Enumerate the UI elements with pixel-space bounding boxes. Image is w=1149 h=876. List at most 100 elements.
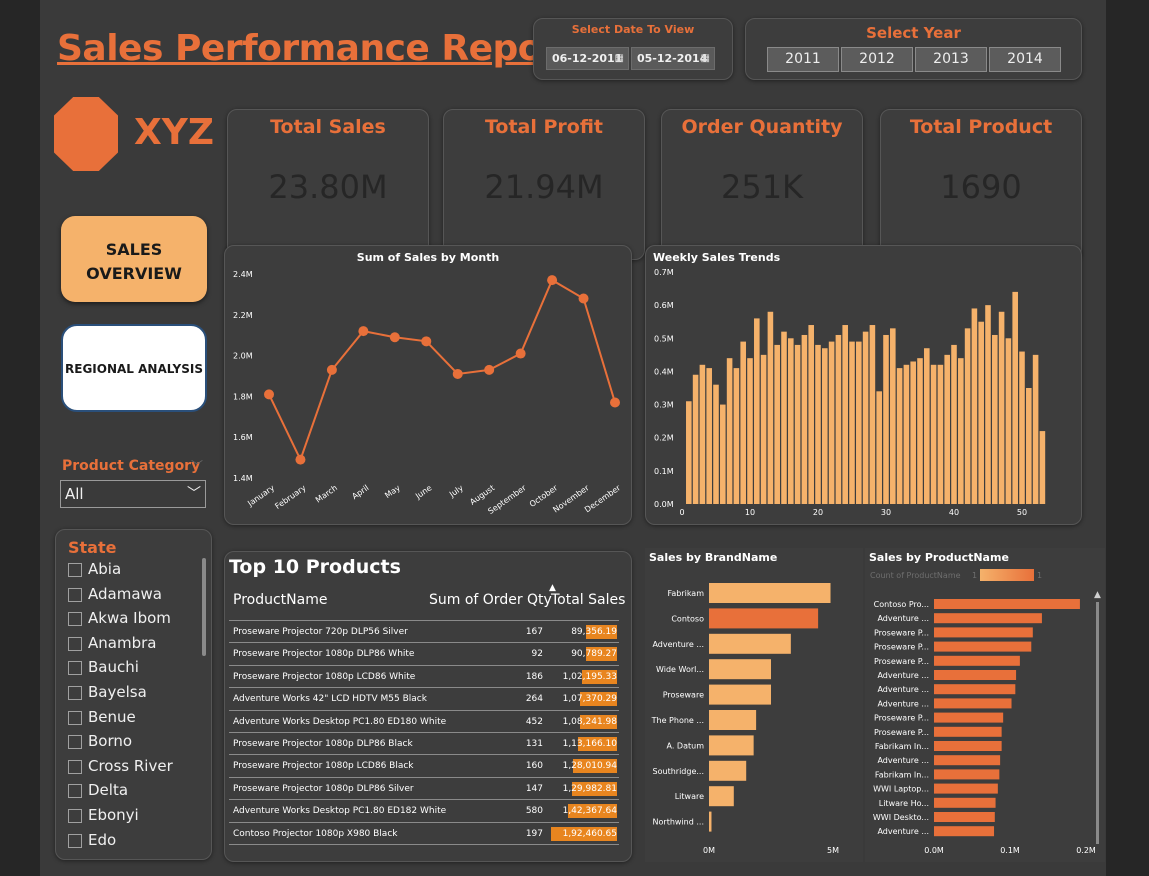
year-filter-label: Select Year <box>866 24 961 42</box>
weekly-bar <box>1032 354 1039 504</box>
column-header-productname[interactable]: ProductName <box>233 592 327 608</box>
category-bar <box>934 670 1017 680</box>
table-row[interactable]: Proseware Projector 720p DLP56 Silver 167… <box>229 620 619 642</box>
top-products-table-panel: Top 10 Products ProductName Sum of Order… <box>224 551 632 862</box>
weekly-bar <box>924 348 930 504</box>
category-bar <box>709 659 771 680</box>
category-label: Proseware P... <box>874 728 929 737</box>
weekly-bar <box>944 354 950 504</box>
table-row[interactable]: Adventure Works Desktop PC1.80 ED182 Whi… <box>229 799 619 821</box>
state-option-label: Adamawa <box>88 584 162 603</box>
scroll-up-icon[interactable]: ▲ <box>1094 590 1101 600</box>
checkbox[interactable] <box>68 735 82 750</box>
checkbox[interactable] <box>68 563 82 577</box>
x-tick-label: February <box>273 483 307 511</box>
weekly-bar <box>822 348 828 504</box>
brand-bar-chart: Fabrikam Contoso Adventure ... Wide Worl...… <box>651 583 839 855</box>
checkbox[interactable] <box>68 809 82 823</box>
table-row[interactable]: Proseware Projector 1080p DLP86 Silver 14… <box>229 776 619 799</box>
state-list-scrollbar[interactable] <box>202 558 206 656</box>
column-header-order-qty[interactable]: Sum of Order Qty <box>429 592 552 608</box>
checkbox[interactable] <box>68 636 82 651</box>
calendar-icon[interactable]: ▦ <box>701 48 710 69</box>
state-option-label: Bayelsa <box>88 683 147 701</box>
state-filter-label: State <box>68 538 117 557</box>
weekly-bar <box>1012 291 1018 504</box>
state-option-label: Benue <box>88 707 136 726</box>
category-label: Proseware P... <box>874 657 929 666</box>
calendar-icon[interactable]: ▦ <box>615 48 624 69</box>
weekly-bar <box>849 341 855 504</box>
x-tick-label: March <box>314 483 339 504</box>
weekly-bar <box>713 384 719 504</box>
checkbox[interactable] <box>68 686 82 700</box>
x-tick-label: July <box>447 483 465 499</box>
chart-scrollbar[interactable] <box>1096 602 1099 844</box>
end-date-input[interactable]: 05-12-2014 ▦ <box>631 47 715 70</box>
order-qty-cell: 197 <box>525 828 543 839</box>
total-sales-cell: 1,13,166.10 <box>562 739 617 749</box>
checkbox[interactable] <box>68 661 82 676</box>
category-label: Adventure ... <box>877 699 929 708</box>
weekly-bar <box>781 331 787 504</box>
weekly-bar <box>964 328 971 504</box>
page-title: Sales Performance Report <box>57 28 576 69</box>
table-row[interactable]: Proseware Projector 1080p LCD86 White 186… <box>229 664 619 687</box>
category-bar <box>934 726 1002 737</box>
left-margin <box>0 0 40 876</box>
weekly-bar <box>937 364 944 504</box>
sales-line-series <box>268 278 616 463</box>
sales-overview-button[interactable]: SALES OVERVIEW <box>61 216 207 302</box>
category-label: Fabrikam In... <box>875 742 929 751</box>
category-bar <box>934 698 1012 709</box>
x-tick-label: August <box>468 483 496 506</box>
regional-analysis-label: REGIONAL ANALYSIS <box>65 362 203 376</box>
category-label: Northwind ... <box>653 818 704 827</box>
y-tick-label: 0.4M <box>654 367 674 376</box>
product-name-cell: Proseware Projector 1080p LCD86 White <box>233 671 416 682</box>
y-tick-label: 1.4M <box>233 474 253 483</box>
year-button-2012[interactable]: 2012 <box>841 47 913 72</box>
year-button-2014[interactable]: 2014 <box>989 47 1061 72</box>
table-row[interactable]: Proseware Projector 1080p DLP86 White 92 9… <box>229 642 619 664</box>
year-button-2013[interactable]: 2013 <box>915 47 987 72</box>
checkbox[interactable] <box>68 833 82 848</box>
sales-by-brand-chart-panel: Sales by BrandName Fabrikam Contoso Advent… <box>645 548 863 862</box>
checkbox[interactable] <box>68 759 82 774</box>
table-row[interactable]: Adventure Works Desktop PC1.80 ED180 Whi… <box>229 709 619 732</box>
chevron-down-icon[interactable]: ﹀ <box>187 481 201 507</box>
year-button-2011[interactable]: 2011 <box>767 47 839 72</box>
y-tick-label: 1.6M <box>233 433 253 442</box>
regional-analysis-button[interactable]: REGIONAL ANALYSIS <box>61 324 207 412</box>
total-sales-cell: 1,02,195.33 <box>562 671 617 682</box>
weekly-bar <box>1005 338 1012 504</box>
state-option-label: Cross River <box>88 756 173 775</box>
table-row[interactable]: Contoso Projector 1080p X980 Black 197 1,9… <box>229 821 619 844</box>
weekly-bar <box>794 344 801 504</box>
weekly-bar <box>835 334 842 504</box>
weekly-bar <box>971 308 978 504</box>
order-qty-cell: 160 <box>525 761 543 772</box>
state-slicer-panel: State Abia Adamawa Akwa Ibom Anambra Bauchi B… <box>55 529 212 860</box>
table-row[interactable]: Proseware Projector 1080p LCD86 Black 160… <box>229 754 619 776</box>
start-date-input[interactable]: 06-12-2011 ▦ <box>546 47 629 70</box>
order-qty-cell: 92 <box>531 649 543 660</box>
weekly-bar <box>883 334 889 504</box>
table-row[interactable]: Proseware Projector 1080p DLP86 Black 131… <box>229 732 619 754</box>
column-header-total-sales[interactable]: Total Sales <box>551 592 625 608</box>
checkbox[interactable] <box>68 587 82 602</box>
checkbox[interactable] <box>68 710 82 725</box>
x-tick-label: 5M <box>827 846 839 855</box>
checkbox[interactable] <box>68 612 82 627</box>
product-category-select[interactable]: All ﹀ <box>60 480 206 508</box>
weekly-bar <box>706 368 712 504</box>
checkbox[interactable] <box>68 784 82 799</box>
weekly-bar <box>1019 351 1025 504</box>
weekly-bar <box>815 344 821 504</box>
order-qty-cell: 167 <box>525 627 543 637</box>
sort-ascending-icon[interactable]: ▲ <box>549 583 556 593</box>
y-tick-label: 2.4M <box>233 270 253 279</box>
kpi-title: Total Product <box>909 116 1053 138</box>
table-row[interactable]: Adventure Works 42" LCD HDTV M55 Black 26… <box>229 687 619 709</box>
x-tick-label: May <box>383 483 402 500</box>
